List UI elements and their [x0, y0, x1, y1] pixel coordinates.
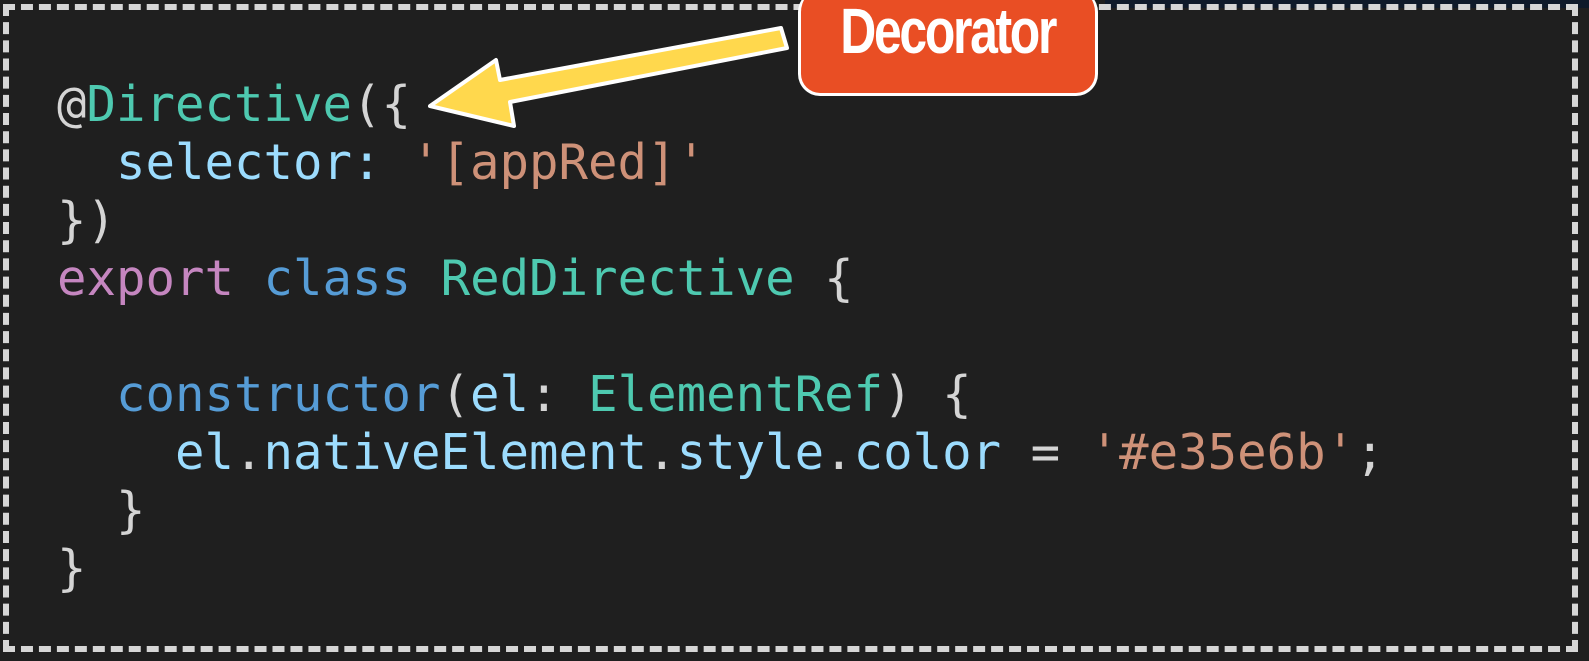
callout-arrow [428, 26, 789, 128]
slide-canvas: @Directive({ selector: '[appRed]'}) expor… [0, 0, 1589, 661]
callout-label: Decorator [840, 0, 1058, 67]
decorator-callout: Decorator [798, 0, 1098, 96]
arrow-icon [428, 26, 789, 128]
